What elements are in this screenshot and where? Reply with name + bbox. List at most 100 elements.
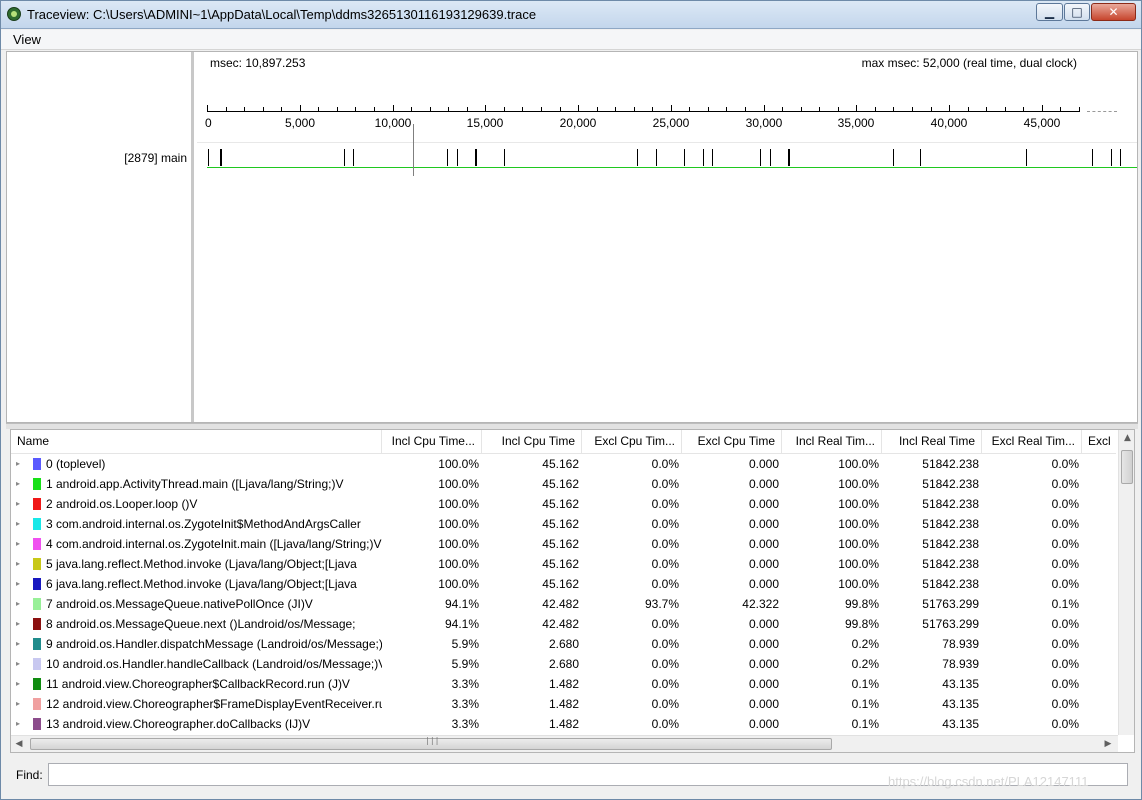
thread-activity-segment[interactable] (1026, 149, 1027, 166)
horizontal-scroll-thumb[interactable]: ||| (30, 736, 832, 750)
table-cell: 78.939 (942, 637, 979, 651)
close-button[interactable]: ✕ (1091, 3, 1136, 21)
table-row[interactable]: ▸ 10 android.os.Handler.handleCallback (L… (11, 654, 1116, 674)
column-header[interactable]: Excl Real Tim... (982, 430, 1082, 453)
thread-activity-segment[interactable] (637, 149, 638, 166)
table-row[interactable]: ▸ 6 java.lang.reflect.Method.invoke (Ljav… (11, 574, 1116, 594)
expand-arrow-icon[interactable]: ▸ (16, 614, 24, 634)
expand-arrow-icon[interactable]: ▸ (16, 474, 24, 494)
thread-activity-segment[interactable] (353, 149, 354, 166)
expand-arrow-icon[interactable]: ▸ (16, 494, 24, 514)
table-row[interactable]: ▸ 1 android.app.ActivityThread.main ([Lja… (11, 474, 1116, 494)
method-name: 6 java.lang.reflect.Method.invoke (Ljava… (46, 577, 357, 591)
expand-arrow-icon[interactable]: ▸ (16, 654, 24, 674)
horizontal-scrollbar[interactable]: ◀ ||| ▶ (11, 735, 1118, 752)
column-header[interactable]: Excl Cpu Tim... (582, 430, 682, 453)
scroll-up-icon[interactable]: ▲ (1119, 430, 1134, 446)
thread-activity-segment[interactable] (760, 149, 761, 166)
ruler-tick-label: 35,000 (837, 116, 875, 130)
table-cell: 2.680 (548, 637, 579, 651)
thread-activity-segment[interactable] (1120, 149, 1121, 166)
column-header[interactable]: Incl Cpu Time... (382, 430, 482, 453)
thread-activity-segment[interactable] (893, 149, 894, 166)
table-cell: 94.1% (444, 617, 479, 631)
table-row[interactable]: ▸ 3 com.android.internal.os.ZygoteInit$Me… (11, 514, 1116, 534)
thread-activity-segment[interactable] (684, 149, 685, 166)
table-row[interactable]: ▸ 0 (toplevel) 100.0% 45.162 0.0% 0.000 100.0%… (11, 454, 1116, 474)
vertical-scroll-thumb[interactable] (1121, 450, 1133, 484)
thread-activity-row-main[interactable] (207, 149, 1137, 169)
table-cell: 0.1% (851, 717, 879, 731)
minimize-button[interactable]: ▁ (1036, 3, 1063, 21)
thread-activity-segment[interactable] (447, 149, 448, 166)
column-header[interactable]: Excl Cpu Time (682, 430, 782, 453)
thread-activity-segment[interactable] (788, 149, 790, 166)
menu-view[interactable]: View (7, 32, 47, 48)
column-header[interactable]: Incl Real Time (882, 430, 982, 453)
table-row[interactable]: ▸ 9 android.os.Handler.dispatchMessage (L… (11, 634, 1116, 654)
thread-activity-segment[interactable] (770, 149, 771, 166)
column-header[interactable]: Name (11, 430, 382, 453)
table-cell: 0.0% (651, 617, 679, 631)
column-header[interactable]: Incl Real Tim... (782, 430, 882, 453)
table-cell: 100.0% (438, 577, 479, 591)
thread-activity-segment[interactable] (457, 149, 458, 166)
table-row[interactable]: ▸ 13 android.view.Choreographer.doCallbac… (11, 714, 1116, 734)
expand-arrow-icon[interactable]: ▸ (16, 694, 24, 714)
traceview-app-icon (7, 7, 21, 21)
table-cell: 0.0% (651, 497, 679, 511)
thread-activity-segment[interactable] (504, 149, 505, 166)
thread-activity-segment[interactable] (475, 149, 477, 166)
expand-arrow-icon[interactable]: ▸ (16, 674, 24, 694)
msec-readout: msec: 10,897.253 (210, 56, 306, 70)
table-cell: 0.0% (1051, 657, 1079, 671)
ruler-major-tick (671, 105, 672, 112)
table-row[interactable]: ▸ 12 android.view.Choreographer$FrameDisp… (11, 694, 1116, 714)
expand-arrow-icon[interactable]: ▸ (16, 574, 24, 594)
timeline-panel[interactable]: [2879] main msec: 10,897.253 max msec: 5… (6, 51, 1138, 423)
table-cell: 94.1% (444, 597, 479, 611)
table-cell: 5.9% (451, 657, 479, 671)
expand-arrow-icon[interactable]: ▸ (16, 454, 24, 474)
timeline-ruler[interactable]: 0 5,000 10,000 15,000 20,000 25,000 30,000 35,0… (205, 105, 1137, 138)
method-name: 8 android.os.MessageQueue.next ()Landroi… (46, 617, 356, 631)
vertical-scrollbar[interactable]: ▲ (1118, 430, 1134, 735)
table-cell: 0.0% (1051, 717, 1079, 731)
ruler-axis-tail (1087, 111, 1117, 112)
scroll-left-icon[interactable]: ◀ (11, 736, 27, 752)
thread-activity-segment[interactable] (920, 149, 921, 166)
table-row[interactable]: ▸ 2 android.os.Looper.loop ()V 100.0% 45.16… (11, 494, 1116, 514)
expand-arrow-icon[interactable]: ▸ (16, 594, 24, 614)
method-name: 3 com.android.internal.os.ZygoteInit$Met… (46, 517, 361, 531)
maximize-button[interactable]: □ (1064, 3, 1090, 21)
thread-activity-segment[interactable] (344, 149, 345, 166)
expand-arrow-icon[interactable]: ▸ (16, 634, 24, 654)
column-header[interactable]: Incl Cpu Time (482, 430, 582, 453)
thread-activity-segment[interactable] (656, 149, 657, 166)
table-row[interactable]: ▸ 11 android.view.Choreographer$CallbackR… (11, 674, 1116, 694)
thread-activity-segment[interactable] (703, 149, 704, 166)
table-row[interactable]: ▸ 7 android.os.MessageQueue.nativePollOnc… (11, 594, 1116, 614)
table-row[interactable]: ▸ 4 com.android.internal.os.ZygoteInit.ma… (11, 534, 1116, 554)
table-cell: 100.0% (838, 537, 879, 551)
table-row[interactable]: ▸ 5 java.lang.reflect.Method.invoke (Ljav… (11, 554, 1116, 574)
title-bar[interactable]: Traceview: C:\Users\ADMINI~1\AppData\Loc… (1, 1, 1141, 29)
column-header[interactable]: Excl (1082, 430, 1116, 453)
table-row[interactable]: ▸ 8 android.os.MessageQueue.next ()Landro… (11, 614, 1116, 634)
thread-activity-segment[interactable] (220, 149, 222, 166)
table-cell: 0.0% (1051, 677, 1079, 691)
scroll-right-icon[interactable]: ▶ (1100, 736, 1116, 752)
expand-arrow-icon[interactable]: ▸ (16, 714, 24, 734)
thread-activity-segment[interactable] (1092, 149, 1093, 166)
expand-arrow-icon[interactable]: ▸ (16, 554, 24, 574)
thread-activity-segment[interactable] (1111, 149, 1112, 166)
thread-label-main[interactable]: [2879] main (124, 151, 187, 165)
expand-arrow-icon[interactable]: ▸ (16, 534, 24, 554)
method-name: 12 android.view.Choreographer$FrameDispl… (46, 697, 382, 711)
table-cell: 0.0% (651, 557, 679, 571)
thread-activity-segment[interactable] (208, 149, 209, 166)
expand-arrow-icon[interactable]: ▸ (16, 514, 24, 534)
ruler-major-tick (764, 105, 765, 112)
time-cursor-line[interactable] (413, 124, 414, 176)
thread-activity-segment[interactable] (712, 149, 713, 166)
